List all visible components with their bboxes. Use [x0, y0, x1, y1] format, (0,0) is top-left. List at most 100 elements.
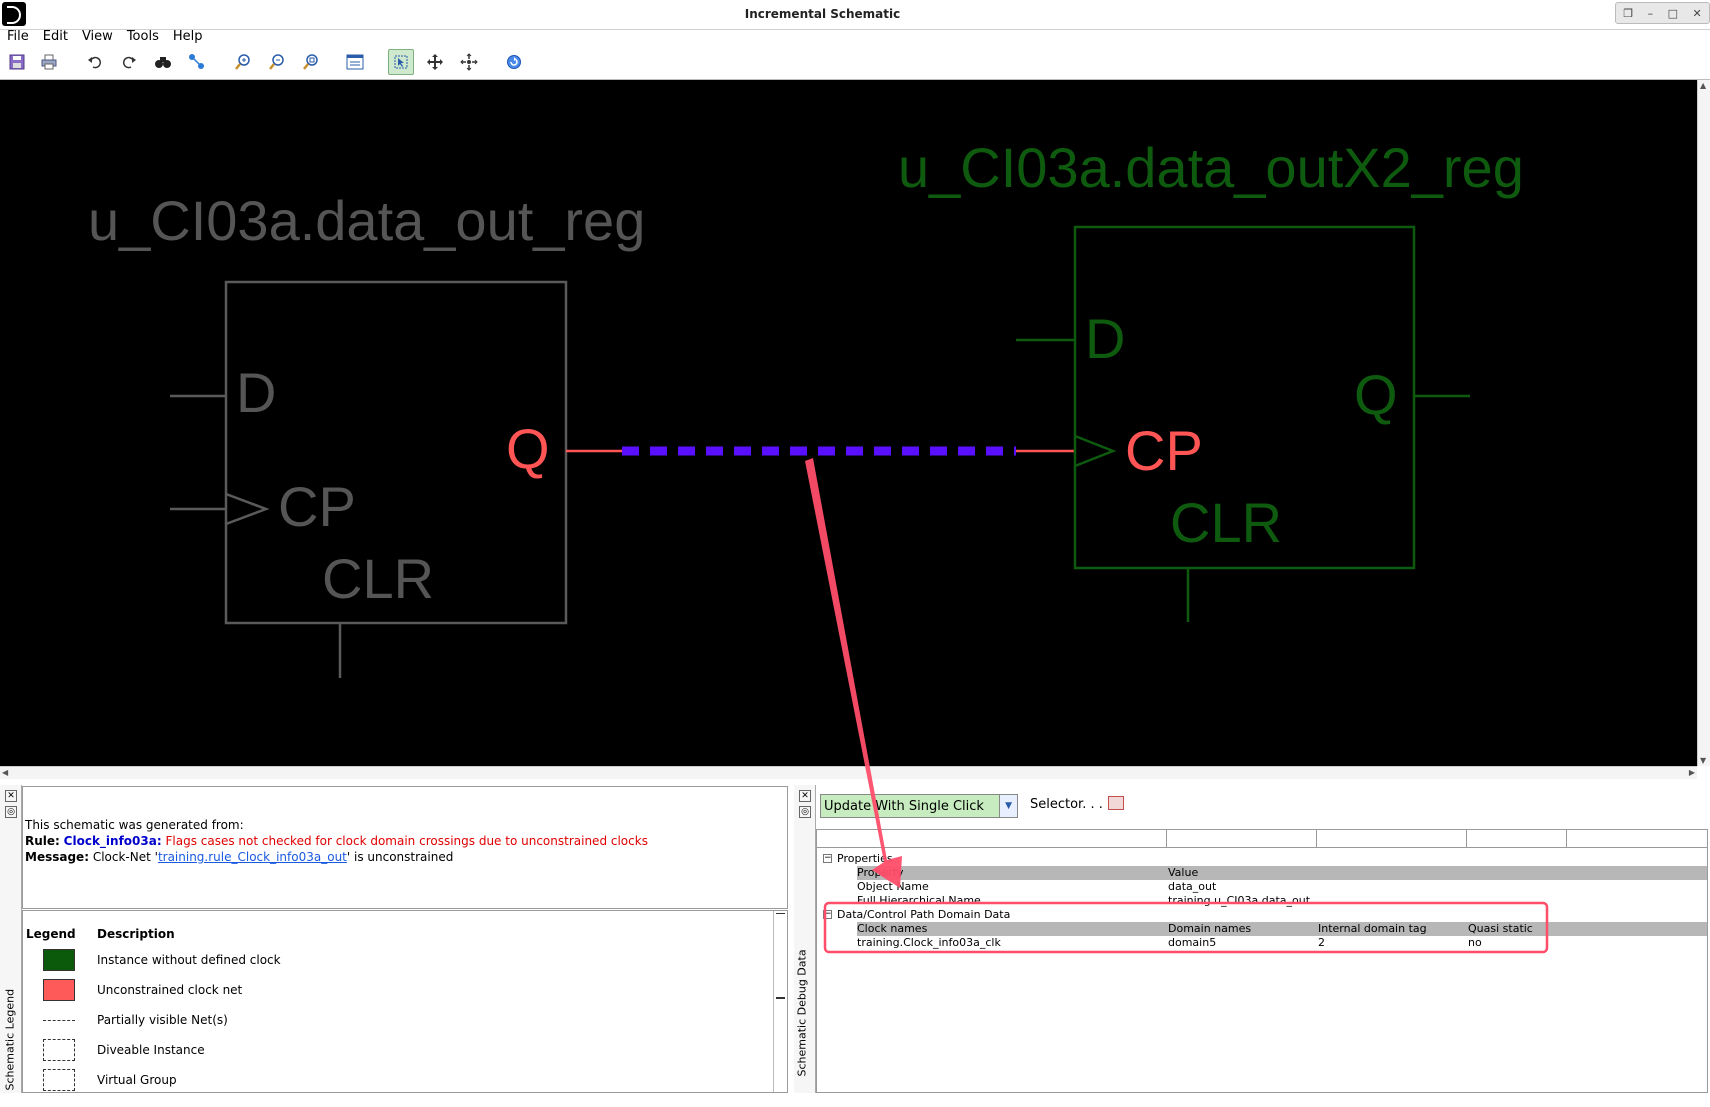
update-mode-dropdown[interactable]: Update With Single Click ▼: [820, 794, 1018, 818]
grid-header: [817, 830, 1707, 848]
message-suffix: ' is unconstrained: [346, 850, 454, 864]
grid-column-3: [1317, 830, 1467, 848]
instance-left-pin-cp: CP: [278, 475, 356, 538]
zoom-in-icon[interactable]: [232, 51, 254, 73]
legend-text: Instance without defined clock: [97, 953, 281, 967]
legend-swatch-dashed-line: [43, 1020, 75, 1022]
properties-label: Properties: [837, 852, 893, 865]
scroll-right-icon[interactable]: ▶: [1689, 768, 1695, 777]
print-icon[interactable]: [38, 51, 60, 73]
selector-list-icon[interactable]: [1108, 796, 1124, 810]
legend-scroll-thumb[interactable]: [776, 913, 785, 999]
domain-header-row: Clock names Domain names Internal domain…: [857, 922, 1707, 936]
maximize-icon[interactable]: □: [1668, 7, 1678, 20]
legend-row: Virtual Group: [23, 1069, 763, 1093]
scroll-down-icon[interactable]: ▼: [1700, 756, 1706, 765]
instance-left-pin-q: Q: [506, 417, 550, 480]
restore-icon[interactable]: ❒: [1623, 7, 1633, 20]
instance-right-pin-clr: CLR: [1170, 491, 1282, 554]
domain-tag-header: Internal domain tag: [1318, 922, 1427, 935]
domain-names-header: Domain names: [1168, 922, 1252, 935]
tree-node-domain-data[interactable]: − Data/Control Path Domain Data: [817, 908, 1707, 922]
legend-swatch-dashdot-box: [43, 1039, 75, 1061]
legend-row: Instance without defined clock: [23, 949, 763, 973]
menu-view[interactable]: View: [75, 28, 120, 46]
rule-line: Rule: Clock_info03a: Flags cases not che…: [25, 833, 785, 849]
legend-panel-title: Schematic Legend: [3, 988, 17, 1091]
schematic-canvas[interactable]: u_CI03a.data_out_reg D CP CLR Q u_CI03a.…: [0, 80, 1697, 766]
canvas-horizontal-scrollbar[interactable]: ◀ ▶: [0, 766, 1697, 779]
close-icon[interactable]: ✕: [1693, 7, 1702, 20]
collapse-icon[interactable]: −: [823, 910, 832, 919]
minimize-icon[interactable]: –: [1648, 7, 1654, 20]
float-panel-icon[interactable]: ◎: [799, 806, 811, 818]
legend-text: Diveable Instance: [97, 1043, 205, 1057]
clock-name: training.Clock_info03a_clk: [857, 936, 1001, 949]
property-value: training.u_CI03a.data_out: [1168, 894, 1311, 907]
clock-names-header: Clock names: [857, 922, 928, 935]
legend-swatch-dashed-box: [43, 1069, 75, 1091]
tree-node-properties[interactable]: − Properties: [817, 852, 1707, 866]
select-mode-icon[interactable]: [388, 49, 414, 75]
expand-icon[interactable]: [458, 51, 480, 73]
property-value: data_out: [1168, 880, 1217, 893]
find-icon[interactable]: [152, 51, 174, 73]
legend-swatch-green: [43, 949, 75, 971]
table-row[interactable]: training.Clock_info03a_clk domain5 2 no: [857, 936, 1707, 950]
property-name: Object Name: [857, 880, 929, 893]
generation-info: This schematic was generated from: Rule:…: [22, 786, 788, 909]
legend-row: Diveable Instance: [23, 1039, 763, 1063]
debug-data-tree: − Properties Property Value Object Name …: [816, 829, 1708, 1093]
redo-icon[interactable]: [118, 51, 140, 73]
window-controls: ❒ – □ ✕: [1615, 2, 1710, 24]
menu-help[interactable]: Help: [166, 28, 210, 46]
grid-column-2: [1167, 830, 1317, 848]
generated-from-text: This schematic was generated from:: [25, 818, 244, 832]
menu-edit[interactable]: Edit: [36, 28, 75, 46]
legend-row: Partially visible Net(s): [23, 1009, 763, 1033]
legend-swatch-red: [43, 979, 75, 1001]
quasi-static: no: [1468, 936, 1482, 949]
legend-row: Unconstrained clock net: [23, 979, 763, 1003]
instance-left[interactable]: u_CI03a.data_out_reg D CP CLR Q: [88, 189, 645, 678]
scroll-up-icon[interactable]: ▲: [1700, 81, 1706, 90]
description-column-header: Description: [97, 927, 175, 941]
canvas-vertical-scrollbar[interactable]: ▲ ▼: [1697, 80, 1710, 766]
menu-tools[interactable]: Tools: [120, 28, 166, 46]
message-label: Message:: [25, 850, 89, 864]
clock-net-link[interactable]: training.rule_Clock_info03a_out: [158, 850, 347, 864]
close-panel-icon[interactable]: ✕: [5, 790, 17, 802]
save-icon[interactable]: [6, 51, 28, 73]
title-bar: Incremental Schematic ❒ – □ ✕: [0, 0, 1710, 30]
chevron-down-icon[interactable]: ▼: [999, 795, 1017, 817]
table-row[interactable]: Full Hierarchical Name training.u_CI03a.…: [857, 894, 1707, 908]
rule-description: Flags cases not checked for clock domain…: [165, 834, 648, 848]
debug-toolbar: Update With Single Click ▼ Selector. . .: [816, 785, 1710, 819]
window-title: Incremental Schematic: [744, 7, 901, 21]
instance-right[interactable]: u_CI03a.data_outX2_reg D CP CLR Q: [898, 136, 1524, 622]
grid-column-4: [1467, 830, 1567, 848]
instance-right-pin-d: D: [1085, 307, 1125, 370]
legend-scrollbar[interactable]: [773, 911, 787, 1092]
properties-icon[interactable]: [344, 51, 366, 73]
zoom-fit-icon[interactable]: [300, 51, 322, 73]
refresh-icon[interactable]: [503, 51, 525, 73]
float-panel-icon[interactable]: ◎: [5, 806, 17, 818]
close-panel-icon[interactable]: ✕: [799, 790, 811, 802]
undo-icon[interactable]: [84, 51, 106, 73]
toolbar: [0, 46, 1710, 80]
pan-icon[interactable]: [424, 51, 446, 73]
collapse-icon[interactable]: −: [823, 854, 832, 863]
trace-icon[interactable]: [186, 51, 208, 73]
selector-button[interactable]: Selector. . .: [1030, 797, 1103, 812]
message-line: Message: Clock-Net 'training.rule_Clock_…: [25, 849, 785, 865]
instance-right-pin-cp: CP: [1125, 419, 1203, 482]
scroll-left-icon[interactable]: ◀: [2, 768, 8, 777]
menu-file[interactable]: File: [0, 28, 36, 46]
table-row[interactable]: Object Name data_out: [857, 880, 1707, 894]
domain-name: domain5: [1168, 936, 1217, 949]
property-name: Full Hierarchical Name: [857, 894, 981, 907]
zoom-out-icon[interactable]: [266, 51, 288, 73]
instance-right-name: u_CI03a.data_outX2_reg: [898, 136, 1524, 199]
instance-right-pin-q: Q: [1354, 363, 1398, 426]
